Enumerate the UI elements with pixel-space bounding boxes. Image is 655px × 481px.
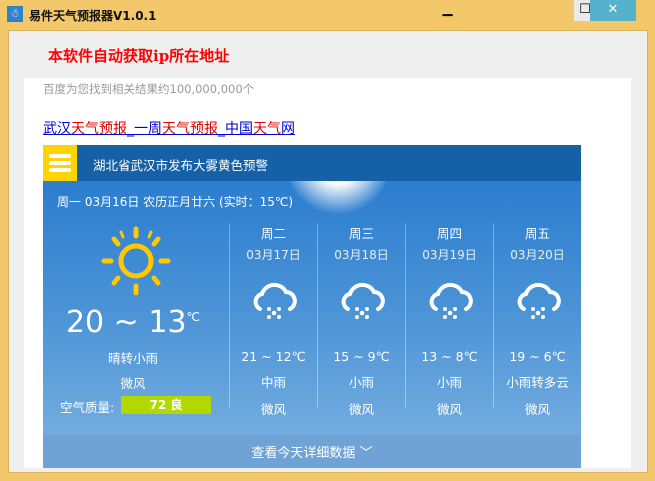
day-temperature: 21 ~ 12℃	[241, 349, 306, 364]
day-wind: 微风	[436, 402, 462, 417]
link-part[interactable]: 天气预报	[162, 121, 218, 137]
day-temperature: 19 ~ 6℃	[509, 349, 566, 364]
rain-cloud-icon	[253, 282, 297, 319]
link-part[interactable]: _一周	[127, 121, 162, 137]
forecast-day: 周五 03月20日 19 ~ 6℃ 小雨转多云微风	[493, 223, 581, 417]
window-title: 易件天气预报器V1.0.1	[29, 9, 157, 23]
view-details-button[interactable]: 查看今天详细数据 ﹀	[43, 435, 581, 468]
sun-icon	[101, 226, 171, 296]
weather-alert[interactable]: 湖北省武汉市发布大雾黄色预警	[93, 155, 268, 174]
air-quality-label: 空气质量:	[60, 400, 115, 415]
day-date: 03月19日	[422, 248, 477, 262]
day-temperature: 13 ~ 8℃	[421, 349, 478, 364]
link-part[interactable]: 天气预报	[71, 121, 127, 137]
result-link[interactable]: 武汉天气预报_一周天气预报_中国天气网	[43, 118, 295, 138]
weather-header: 湖北省武汉市发布大雾黄色预警	[43, 145, 581, 181]
client-area: 本软件自动获取ip所在地址 百度为您找到相关结果约100,000,000个 武汉…	[8, 30, 648, 473]
day-description: 小雨	[348, 375, 374, 390]
menu-icon[interactable]	[43, 145, 77, 181]
day-date: 03月17日	[246, 248, 301, 262]
day-name: 周二	[260, 226, 286, 241]
day-date: 03月20日	[510, 248, 565, 262]
chevron-down-icon: ﹀	[359, 446, 373, 461]
day-name: 周四	[436, 226, 462, 241]
app-icon: ☃	[7, 6, 23, 22]
day-wind: 微风	[260, 402, 286, 417]
close-button[interactable]: ✕	[590, 0, 636, 21]
link-part[interactable]: 武汉	[43, 121, 71, 137]
weather-widget: 湖北省武汉市发布大雾黄色预警 周一 03月16日 农历正月廿六 (实时：15℃)…	[43, 145, 581, 468]
title-bar: ☃ 易件天气预报器V1.0.1 ▁ ☐ ✕	[0, 0, 655, 30]
rain-cloud-icon	[517, 282, 561, 319]
air-quality-badge: 72 良	[121, 396, 211, 414]
day-name: 周三	[348, 226, 374, 241]
link-part[interactable]: 天气	[253, 121, 281, 137]
forecast-day: 周四 03月19日 13 ~ 8℃ 小雨微风	[405, 223, 493, 417]
day-description: 中雨	[260, 375, 286, 390]
forecast-day: 周三 03月18日 15 ~ 9℃ 小雨微风	[317, 223, 405, 417]
day-name: 周五	[524, 226, 550, 241]
web-view: 百度为您找到相关结果约100,000,000个 武汉天气预报_一周天气预报_中国…	[24, 78, 631, 468]
day-wind: 微风	[348, 402, 374, 417]
rain-cloud-icon	[429, 282, 473, 319]
day-temperature: 15 ~ 9℃	[333, 349, 390, 364]
result-count: 百度为您找到相关结果约100,000,000个	[43, 82, 255, 96]
day-wind: 微风	[524, 402, 550, 417]
notice-text: 本软件自动获取ip所在地址	[48, 47, 230, 65]
day-date: 03月18日	[334, 248, 389, 262]
forecast-day: 周二 03月17日 21 ~ 12℃ 中雨微风	[229, 223, 317, 417]
today-wind: 微风	[120, 376, 146, 391]
view-details-label: 查看今天详细数据	[251, 446, 356, 461]
today-description: 晴转小雨	[107, 351, 158, 366]
day-description: 小雨	[436, 375, 462, 390]
today-temperature: 20 ~ 13℃	[65, 305, 201, 340]
current-date: 周一 03月16日 农历正月廿六 (实时：15℃)	[57, 195, 294, 209]
link-part[interactable]: _中国	[218, 121, 253, 137]
day-description: 小雨转多云	[506, 375, 569, 390]
minimize-button[interactable]: ▁	[434, 0, 461, 21]
link-part[interactable]: 网	[281, 121, 295, 137]
rain-cloud-icon	[341, 282, 385, 319]
